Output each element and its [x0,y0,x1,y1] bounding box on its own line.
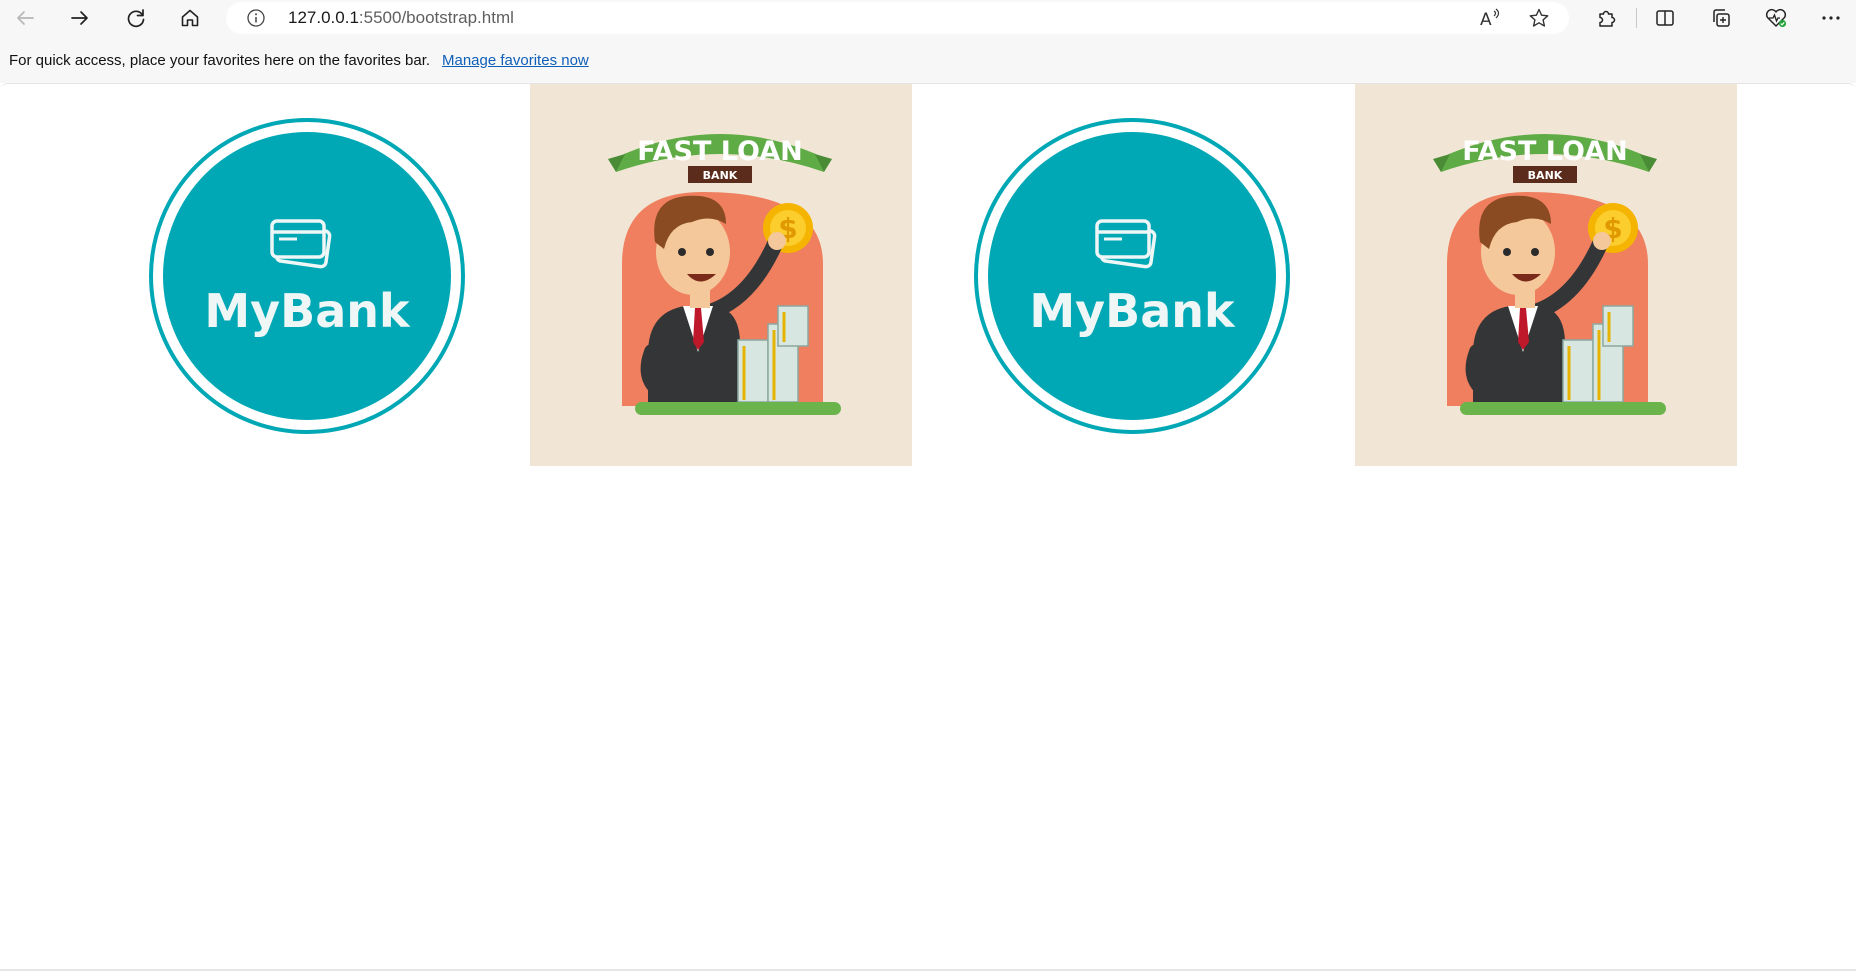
logo-text: MyBank [1029,284,1235,338]
refresh-icon[interactable] [120,2,152,34]
more-icon[interactable] [1815,2,1847,34]
browser-toolbar: 127.0.0.1:5500/bootstrap.html A [0,0,1856,36]
url-path: :5500/bootstrap.html [358,8,514,27]
browser-essentials-icon[interactable] [1760,2,1792,34]
manage-favorites-link[interactable]: Manage favorites now [442,52,589,69]
loan-title-text: FAST LOAN [637,136,802,167]
home-icon[interactable] [174,2,206,34]
url-text[interactable]: 127.0.0.1:5500/bootstrap.html [288,9,514,27]
favorites-bar: For quick access, place your favorites h… [0,36,1856,83]
collections-icon[interactable] [1705,2,1737,34]
fast-loan-image: FAST LOAN BANK $ [530,84,912,466]
toolbar-divider [1636,8,1637,28]
back-icon[interactable] [9,2,41,34]
loan-subtitle-text: BANK [703,169,738,182]
info-icon[interactable] [246,8,266,28]
loan-title-text: FAST LOAN [1462,136,1627,167]
address-bar[interactable]: 127.0.0.1:5500/bootstrap.html A [226,2,1569,34]
logo-text: MyBank [204,284,410,338]
credit-card-icon [270,218,332,277]
mybank-logo: MyBank [149,118,465,434]
credit-card-icon [1095,218,1157,277]
url-host: 127.0.0.1 [288,8,359,27]
mybank-logo: MyBank [974,118,1290,434]
read-aloud-icon[interactable]: A [1474,2,1506,34]
page-content: MyBank FAST LOAN BANK $ MyBank FAST LOAN… [0,83,1856,971]
loan-subtitle-text: BANK [1528,169,1563,182]
favorite-star-icon[interactable] [1523,2,1555,34]
favorites-message: For quick access, place your favorites h… [9,52,431,69]
split-screen-icon[interactable] [1649,2,1681,34]
forward-icon[interactable] [64,2,96,34]
extensions-icon[interactable] [1590,2,1622,34]
fast-loan-image: FAST LOAN BANK $ [1355,84,1737,466]
svg-text:A: A [1480,10,1492,29]
